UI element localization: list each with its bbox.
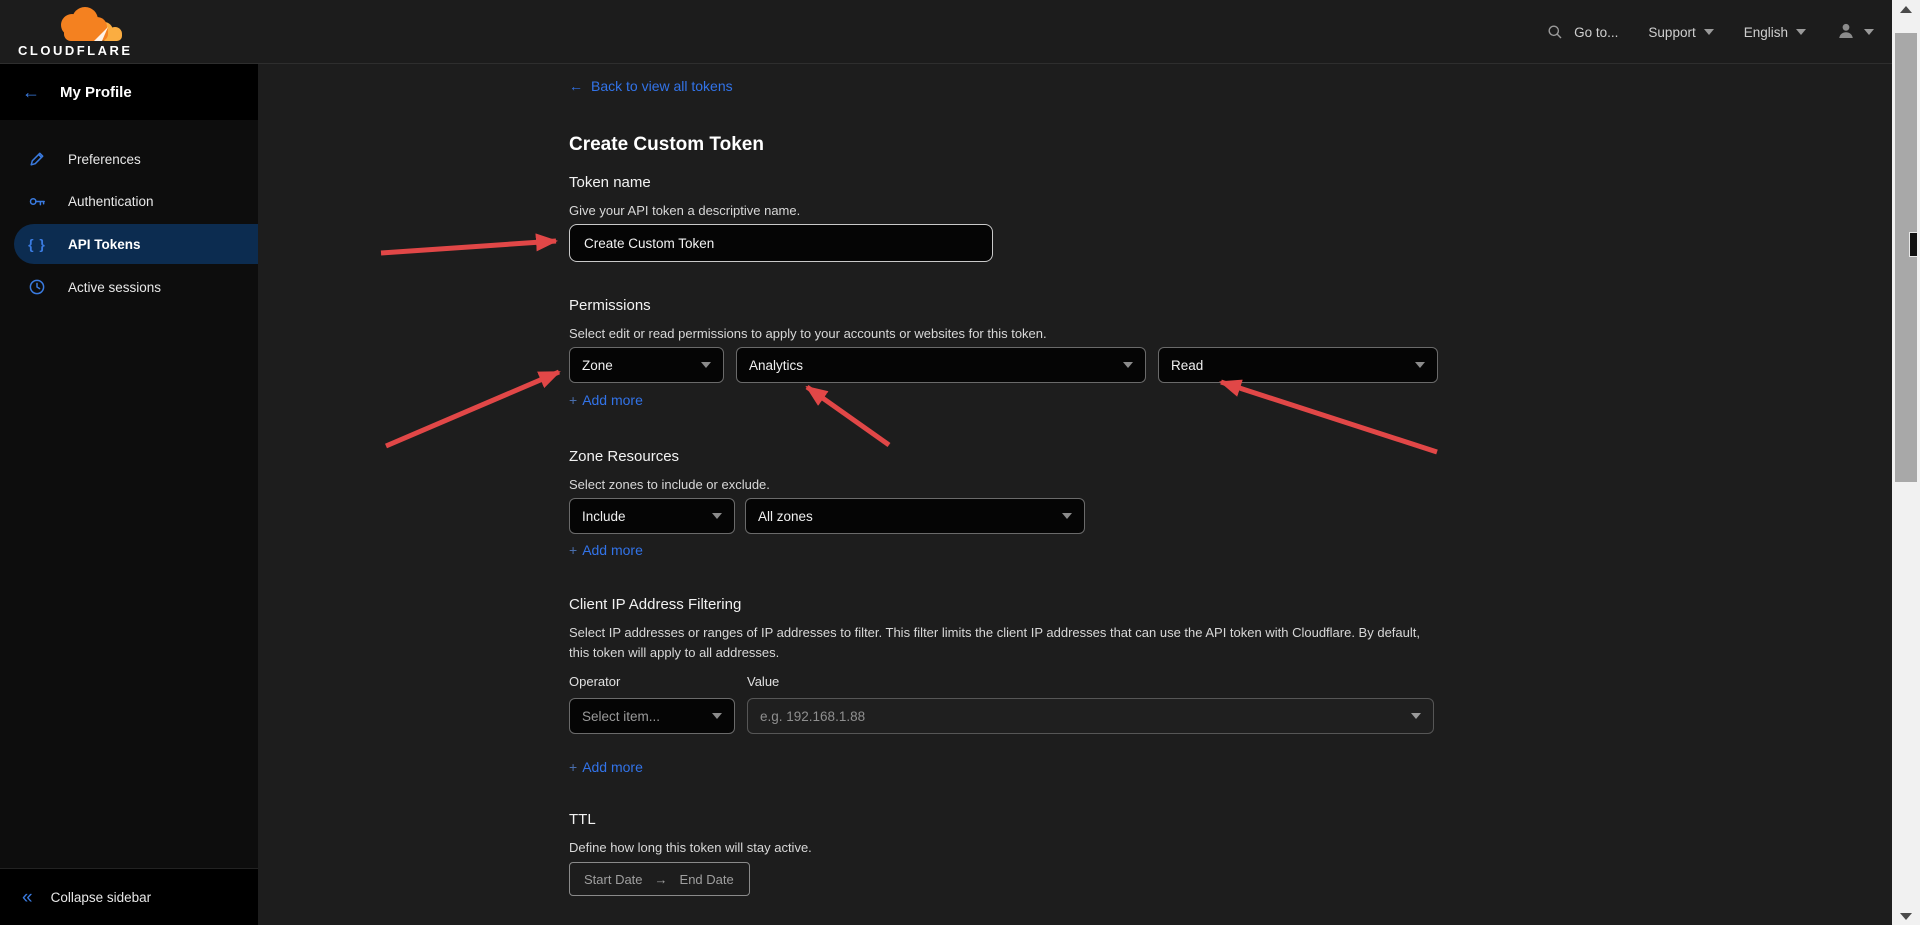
braces-icon: { }	[26, 236, 48, 252]
vertical-scrollbar[interactable]	[1892, 0, 1920, 925]
scrollbar-thumb[interactable]	[1895, 33, 1917, 482]
back-to-tokens-link[interactable]: ← Back to view all tokens	[569, 78, 733, 94]
permission-scope-value: Zone	[582, 358, 613, 373]
permissions-add-more-link[interactable]: +Add more	[569, 392, 643, 408]
sidebar-header: ← My Profile	[0, 64, 258, 120]
back-link-label: Back to view all tokens	[591, 78, 733, 94]
sidebar-item-active-sessions[interactable]: Active sessions	[0, 266, 258, 308]
chevron-down-icon	[1415, 362, 1425, 368]
goto-label: Go to...	[1574, 25, 1618, 40]
ttl-description: Define how long this token will stay act…	[569, 838, 812, 858]
ip-filtering-row: Select item...	[569, 698, 1434, 734]
permission-group-value: Analytics	[749, 358, 803, 373]
chevron-down-icon	[712, 513, 722, 519]
end-date-label: End Date	[680, 872, 734, 887]
top-navbar: CLOUDFLARE Go to... Support English	[0, 0, 1920, 64]
ip-value-combobox[interactable]	[747, 698, 1434, 734]
sidebar-nav: Preferences Authentication { } API Token…	[0, 120, 258, 308]
sidebar: ← My Profile Preferences Authentication …	[0, 64, 258, 925]
zone-select[interactable]: All zones	[745, 498, 1085, 534]
permissions-description: Select edit or read permissions to apply…	[569, 324, 1047, 344]
zone-resources-heading: Zone Resources	[569, 448, 679, 465]
permission-scope-select[interactable]: Zone	[569, 347, 724, 383]
goto-search[interactable]: Go to...	[1544, 24, 1618, 40]
back-arrow-icon: ←	[569, 78, 583, 94]
language-menu[interactable]: English	[1744, 25, 1806, 40]
mouse-cursor	[1909, 232, 1917, 257]
zone-value: All zones	[758, 509, 813, 524]
permission-access-value: Read	[1171, 358, 1203, 373]
chevron-down-icon	[1864, 29, 1874, 35]
ip-value-input[interactable]	[760, 709, 1355, 724]
sidebar-item-label: Active sessions	[68, 280, 161, 295]
sidebar-item-api-tokens[interactable]: { } API Tokens	[14, 224, 258, 264]
token-name-input[interactable]	[569, 224, 993, 262]
key-icon	[26, 192, 48, 211]
chevron-down-icon	[1796, 29, 1806, 35]
scroll-up-button[interactable]	[1892, 0, 1920, 18]
collapse-sidebar-label: Collapse sidebar	[51, 890, 152, 905]
operator-label: Operator	[569, 674, 620, 689]
cloudflare-cloud-icon	[61, 7, 122, 41]
ttl-heading: TTL	[569, 811, 596, 828]
permissions-row: Zone Analytics Read	[569, 347, 1438, 383]
pencil-icon	[26, 150, 48, 168]
chevron-down-icon	[712, 713, 722, 719]
cloudflare-wordmark: CLOUDFLARE	[18, 43, 132, 58]
main-content: ← Back to view all tokens Create Custom …	[258, 64, 1892, 925]
account-menu[interactable]	[1836, 21, 1874, 44]
page-title: Create Custom Token	[569, 134, 764, 156]
token-name-description: Give your API token a descriptive name.	[569, 201, 800, 221]
permission-group-select[interactable]: Analytics	[736, 347, 1146, 383]
zone-resources-description: Select zones to include or exclude.	[569, 475, 770, 495]
chevron-down-icon	[1123, 362, 1133, 368]
scroll-down-button[interactable]	[1892, 907, 1920, 925]
ip-filtering-heading: Client IP Address Filtering	[569, 596, 741, 613]
cloudflare-logo: CLOUDFLARE	[16, 4, 132, 60]
clock-icon	[26, 278, 48, 296]
plus-icon: +	[569, 392, 577, 408]
right-arrow-icon: →	[655, 872, 668, 887]
ip-filtering-description: Select IP addresses or ranges of IP addr…	[569, 623, 1431, 663]
sidebar-item-preferences[interactable]: Preferences	[0, 138, 258, 180]
triangle-up-icon	[1900, 6, 1912, 13]
chevron-down-icon	[701, 362, 711, 368]
sidebar-item-label: Preferences	[68, 152, 141, 167]
user-icon	[1836, 21, 1856, 44]
ip-operator-select[interactable]: Select item...	[569, 698, 735, 734]
zone-resources-row: Include All zones	[569, 498, 1085, 534]
zone-operator-value: Include	[582, 509, 626, 524]
double-chevron-left-icon: «	[22, 888, 33, 907]
language-label: English	[1744, 25, 1788, 40]
back-arrow-icon[interactable]: ←	[22, 83, 40, 101]
plus-icon: +	[569, 759, 577, 775]
search-icon	[1544, 24, 1566, 40]
support-label: Support	[1648, 25, 1695, 40]
value-label: Value	[747, 674, 779, 689]
triangle-down-icon	[1900, 913, 1912, 920]
zone-resources-add-more-link[interactable]: +Add more	[569, 542, 643, 558]
collapse-sidebar-button[interactable]: « Collapse sidebar	[0, 868, 258, 925]
ip-operator-placeholder: Select item...	[582, 709, 660, 724]
sidebar-item-label: Authentication	[68, 194, 154, 209]
zone-operator-select[interactable]: Include	[569, 498, 735, 534]
token-name-heading: Token name	[569, 174, 651, 191]
ttl-date-range-picker[interactable]: Start Date → End Date	[569, 862, 750, 896]
plus-icon: +	[569, 542, 577, 558]
permission-access-select[interactable]: Read	[1158, 347, 1438, 383]
start-date-label: Start Date	[584, 872, 643, 887]
chevron-down-icon	[1411, 713, 1421, 719]
sidebar-title: My Profile	[60, 84, 132, 101]
chevron-down-icon	[1704, 29, 1714, 35]
sidebar-item-authentication[interactable]: Authentication	[0, 180, 258, 222]
sidebar-item-label: API Tokens	[68, 237, 141, 252]
support-menu[interactable]: Support	[1648, 25, 1713, 40]
permissions-heading: Permissions	[569, 297, 651, 314]
chevron-down-icon	[1062, 513, 1072, 519]
ip-filtering-add-more-link[interactable]: +Add more	[569, 759, 643, 775]
